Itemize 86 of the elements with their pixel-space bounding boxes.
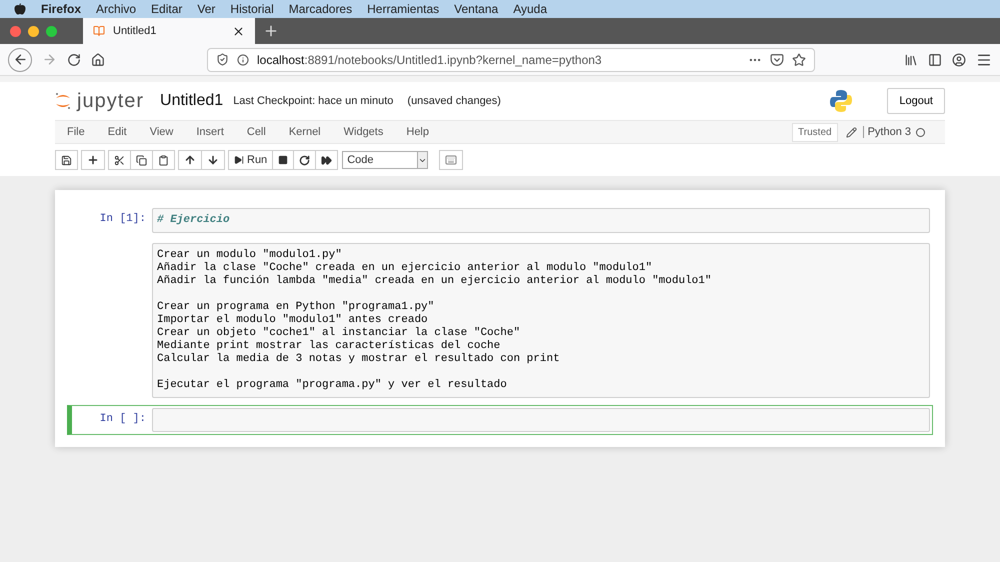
menu-item[interactable]: Edit bbox=[108, 126, 138, 138]
add-cell-button[interactable] bbox=[81, 150, 105, 170]
paste-button[interactable] bbox=[152, 150, 175, 170]
cell-prompt: In [1]: bbox=[98, 212, 147, 225]
menu-item[interactable]: Ver bbox=[197, 2, 216, 16]
code-cell-input[interactable]: # Ejercicio bbox=[152, 208, 930, 233]
close-icon bbox=[232, 24, 245, 38]
unsaved-text: (unsaved changes) bbox=[407, 95, 501, 107]
jupyter-logo-text: jupyter bbox=[77, 90, 144, 112]
save-icon bbox=[61, 154, 72, 166]
move-down-button[interactable] bbox=[201, 150, 225, 170]
menu-item[interactable]: Insert bbox=[196, 126, 235, 138]
kernel-name: Python 3 bbox=[862, 126, 911, 138]
menu-item[interactable]: View bbox=[150, 126, 184, 138]
menu-item[interactable]: Archivo bbox=[96, 2, 136, 16]
trusted-indicator[interactable]: Trusted bbox=[792, 122, 838, 142]
raw-cell[interactable] bbox=[152, 243, 930, 398]
menu-item[interactable]: Firefox bbox=[41, 2, 82, 16]
plus-icon bbox=[87, 154, 99, 166]
keyboard-button[interactable] bbox=[439, 150, 464, 170]
stop-button[interactable] bbox=[272, 150, 294, 170]
pocket-icon[interactable] bbox=[770, 52, 784, 66]
fast-forward-icon bbox=[321, 154, 332, 166]
arrow-up-icon bbox=[184, 154, 196, 166]
arrow-down-icon bbox=[207, 154, 219, 166]
menu-item[interactable]: Cell bbox=[246, 126, 277, 138]
menu-item[interactable]: Marcadores bbox=[288, 2, 352, 16]
run-button[interactable]: Run bbox=[228, 150, 274, 170]
account-icon[interactable] bbox=[952, 52, 966, 66]
save-button[interactable] bbox=[55, 150, 78, 170]
star-icon[interactable] bbox=[792, 52, 806, 66]
code-cell-input[interactable] bbox=[152, 408, 930, 432]
python-logo bbox=[829, 89, 854, 113]
raw-text-line: Crear un objeto "coche1" al instanciar la clase "Coche" bbox=[157, 327, 522, 340]
step-forward-icon bbox=[234, 155, 244, 165]
home-icon[interactable] bbox=[91, 52, 105, 66]
logout-button[interactable]: Logout bbox=[887, 88, 945, 114]
clipboard-icon bbox=[158, 154, 169, 166]
info-icon bbox=[237, 54, 249, 66]
code-comment: # Ejercicio bbox=[157, 214, 230, 226]
checkpoint-text: Last Checkpoint: hace un minuto bbox=[233, 95, 394, 107]
raw-text-line: Ejecutar el programa "programa.py" y ver el resultado bbox=[157, 379, 508, 392]
menu-item[interactable]: Editar bbox=[151, 2, 182, 16]
run-all-button[interactable] bbox=[315, 150, 338, 170]
menu-item[interactable]: Herramientas bbox=[367, 2, 440, 16]
restart-button[interactable] bbox=[293, 150, 316, 170]
scissors-icon bbox=[114, 154, 125, 166]
notebook-icon bbox=[93, 25, 105, 37]
menu-item[interactable]: Ayuda bbox=[513, 2, 547, 16]
apple-icon[interactable] bbox=[14, 3, 26, 15]
menu-item[interactable]: Help bbox=[406, 126, 440, 138]
keyboard-icon bbox=[445, 154, 458, 166]
cell-type-dropdown[interactable]: Code bbox=[342, 151, 428, 169]
browser-tab[interactable]: Untitled1 bbox=[83, 18, 255, 44]
restart-icon bbox=[299, 154, 310, 166]
raw-text-line: Calcular la media de 3 notas y mostrar el resultado con print bbox=[157, 353, 561, 366]
sidebar-icon[interactable] bbox=[928, 52, 942, 66]
raw-text-line: Mediante print mostrar las características del coche bbox=[157, 340, 502, 353]
menu-item[interactable]: Ventana bbox=[454, 2, 498, 16]
menu-icon[interactable] bbox=[976, 52, 992, 68]
url-text: localhost:8891/notebooks/Untitled1.ipynb?kernel_name=python3 bbox=[257, 52, 603, 66]
menu-item[interactable]: Kernel bbox=[288, 126, 332, 138]
copy-icon bbox=[136, 154, 147, 166]
address-bar[interactable]: localhost:8891/notebooks/Untitled1.ipynb?kernel_name=python3 bbox=[207, 48, 815, 72]
cut-button[interactable] bbox=[108, 150, 131, 170]
shield-icon bbox=[216, 53, 229, 66]
menu-item[interactable]: File bbox=[67, 126, 96, 138]
back-button[interactable] bbox=[8, 48, 32, 72]
library-icon[interactable] bbox=[904, 52, 918, 66]
zoom-window-icon[interactable] bbox=[46, 26, 57, 36]
stop-icon bbox=[278, 155, 288, 165]
cell-prompt: In [ ]: bbox=[98, 412, 147, 425]
raw-text-line: Crear un modulo "modulo1.py" bbox=[157, 249, 343, 262]
raw-text-line: Crear un programa en Python "programa1.py" bbox=[157, 301, 436, 314]
edit-icon bbox=[846, 126, 857, 138]
menu-item[interactable]: Widgets bbox=[344, 126, 394, 138]
notebook-title[interactable]: Untitled1 bbox=[160, 92, 224, 110]
reload-icon[interactable] bbox=[67, 52, 81, 66]
minimize-window-icon[interactable] bbox=[28, 26, 39, 36]
raw-text-line: Importar el modulo "modulo1" antes creado bbox=[157, 314, 429, 327]
jupyter-logo-icon bbox=[55, 92, 71, 110]
copy-button[interactable] bbox=[130, 150, 153, 170]
move-up-button[interactable] bbox=[178, 150, 202, 170]
menu-item[interactable]: Historial bbox=[230, 2, 274, 16]
raw-text-line: Añadir la clase "Coche" creada en un ejercicio anterior al modulo "modulo1" bbox=[157, 262, 654, 275]
raw-text-line: Añadir la función lambda "media" creada en un ejercicio anterior al modulo "modulo1" bbox=[157, 275, 712, 288]
